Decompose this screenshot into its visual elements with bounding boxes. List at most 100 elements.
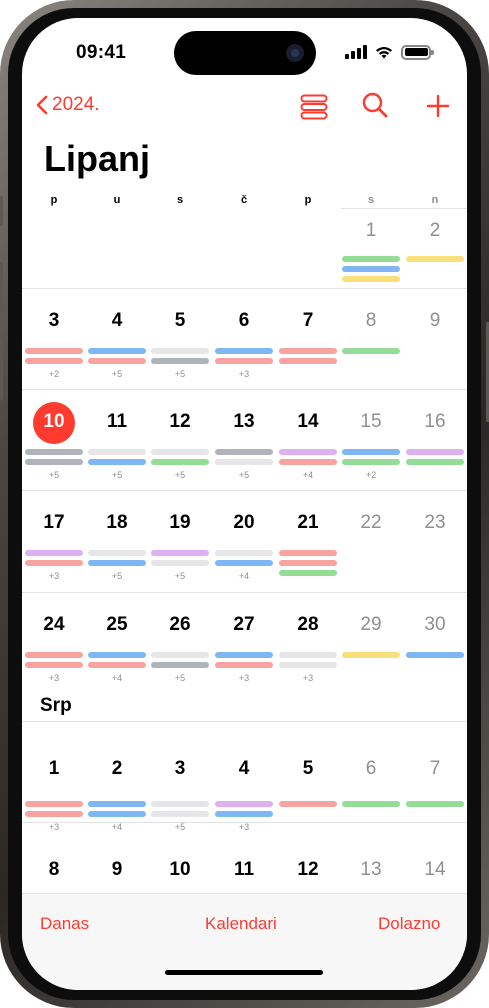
day-cell[interactable]: 5 — [288, 758, 328, 780]
event-bar[interactable] — [25, 811, 83, 817]
event-bar[interactable] — [151, 560, 209, 566]
day-cell-today[interactable]: 10 — [33, 411, 75, 433]
event-bar[interactable] — [215, 811, 273, 817]
event-bar[interactable] — [215, 348, 273, 354]
day-cell[interactable]: 8 — [34, 859, 74, 881]
event-bar[interactable] — [279, 662, 337, 668]
event-bar[interactable] — [25, 358, 83, 364]
day-cell[interactable]: 19 — [160, 512, 200, 534]
event-bar[interactable] — [88, 662, 146, 668]
event-bar[interactable] — [151, 652, 209, 658]
event-bar[interactable] — [151, 348, 209, 354]
event-bar[interactable] — [215, 662, 273, 668]
event-bar[interactable] — [88, 801, 146, 807]
day-cell[interactable]: 4 — [97, 310, 137, 332]
day-cell[interactable]: 26 — [160, 614, 200, 636]
event-bar[interactable] — [279, 560, 337, 566]
event-bar[interactable] — [215, 801, 273, 807]
event-bar[interactable] — [279, 550, 337, 556]
day-cell[interactable]: 27 — [224, 614, 264, 636]
event-bar[interactable] — [342, 266, 400, 272]
event-bar[interactable] — [406, 256, 464, 262]
event-bar[interactable] — [151, 550, 209, 556]
event-bar[interactable] — [279, 358, 337, 364]
day-cell[interactable]: 11 — [224, 859, 264, 881]
event-bar[interactable] — [215, 449, 273, 455]
day-cell[interactable]: 25 — [97, 614, 137, 636]
event-bar[interactable] — [342, 801, 400, 807]
event-bar[interactable] — [215, 560, 273, 566]
day-cell[interactable]: 2 — [415, 220, 455, 242]
event-bar[interactable] — [279, 570, 337, 576]
event-bar[interactable] — [151, 459, 209, 465]
day-cell[interactable]: 8 — [351, 310, 391, 332]
event-bar[interactable] — [279, 348, 337, 354]
event-bar[interactable] — [88, 811, 146, 817]
event-bar[interactable] — [342, 652, 400, 658]
event-bar[interactable] — [215, 550, 273, 556]
event-bar[interactable] — [25, 652, 83, 658]
day-cell[interactable]: 23 — [415, 512, 455, 534]
inbox-button[interactable]: Dolazno — [378, 914, 440, 934]
event-bar[interactable] — [88, 449, 146, 455]
event-bar[interactable] — [279, 801, 337, 807]
day-cell[interactable]: 3 — [34, 310, 74, 332]
event-bar[interactable] — [88, 358, 146, 364]
day-cell[interactable]: 16 — [415, 411, 455, 433]
event-bar[interactable] — [25, 662, 83, 668]
event-bar[interactable] — [406, 801, 464, 807]
event-bar[interactable] — [25, 459, 83, 465]
event-bar[interactable] — [151, 358, 209, 364]
event-bar[interactable] — [342, 459, 400, 465]
day-cell[interactable]: 17 — [34, 512, 74, 534]
day-cell[interactable]: 29 — [351, 614, 391, 636]
event-bar[interactable] — [342, 348, 400, 354]
day-cell[interactable]: 13 — [224, 411, 264, 433]
day-cell[interactable]: 6 — [351, 758, 391, 780]
day-cell[interactable]: 21 — [288, 512, 328, 534]
event-bar[interactable] — [25, 348, 83, 354]
event-bar[interactable] — [342, 256, 400, 262]
today-button[interactable]: Danas — [40, 914, 89, 934]
event-bar[interactable] — [88, 652, 146, 658]
event-bar[interactable] — [406, 449, 464, 455]
day-cell[interactable]: 9 — [415, 310, 455, 332]
event-bar[interactable] — [342, 276, 400, 282]
event-bar[interactable] — [25, 449, 83, 455]
day-cell[interactable]: 11 — [97, 411, 137, 433]
day-cell[interactable]: 4 — [224, 758, 264, 780]
day-cell[interactable]: 12 — [160, 411, 200, 433]
day-cell[interactable]: 24 — [34, 614, 74, 636]
day-cell[interactable]: 13 — [351, 859, 391, 881]
day-cell[interactable]: 18 — [97, 512, 137, 534]
day-cell[interactable]: 10 — [160, 859, 200, 881]
event-bar[interactable] — [342, 449, 400, 455]
calendars-button[interactable]: Kalendari — [205, 914, 277, 934]
event-bar[interactable] — [406, 459, 464, 465]
day-cell[interactable]: 1 — [34, 758, 74, 780]
day-cell[interactable]: 22 — [351, 512, 391, 534]
event-bar[interactable] — [88, 459, 146, 465]
day-cell[interactable]: 7 — [415, 758, 455, 780]
event-bar[interactable] — [151, 662, 209, 668]
day-cell[interactable]: 28 — [288, 614, 328, 636]
event-bar[interactable] — [151, 801, 209, 807]
event-bar[interactable] — [25, 560, 83, 566]
day-cell[interactable]: 6 — [224, 310, 264, 332]
event-bar[interactable] — [279, 459, 337, 465]
day-cell[interactable]: 5 — [160, 310, 200, 332]
event-bar[interactable] — [151, 449, 209, 455]
event-bar[interactable] — [215, 358, 273, 364]
day-cell[interactable]: 14 — [415, 859, 455, 881]
day-cell[interactable]: 12 — [288, 859, 328, 881]
event-bar[interactable] — [215, 459, 273, 465]
event-bar[interactable] — [279, 652, 337, 658]
day-cell[interactable]: 9 — [97, 859, 137, 881]
day-cell[interactable]: 14 — [288, 411, 328, 433]
day-cell[interactable]: 7 — [288, 310, 328, 332]
event-bar[interactable] — [406, 652, 464, 658]
day-cell[interactable]: 20 — [224, 512, 264, 534]
event-bar[interactable] — [279, 449, 337, 455]
event-bar[interactable] — [25, 801, 83, 807]
day-cell[interactable]: 1 — [351, 220, 391, 242]
